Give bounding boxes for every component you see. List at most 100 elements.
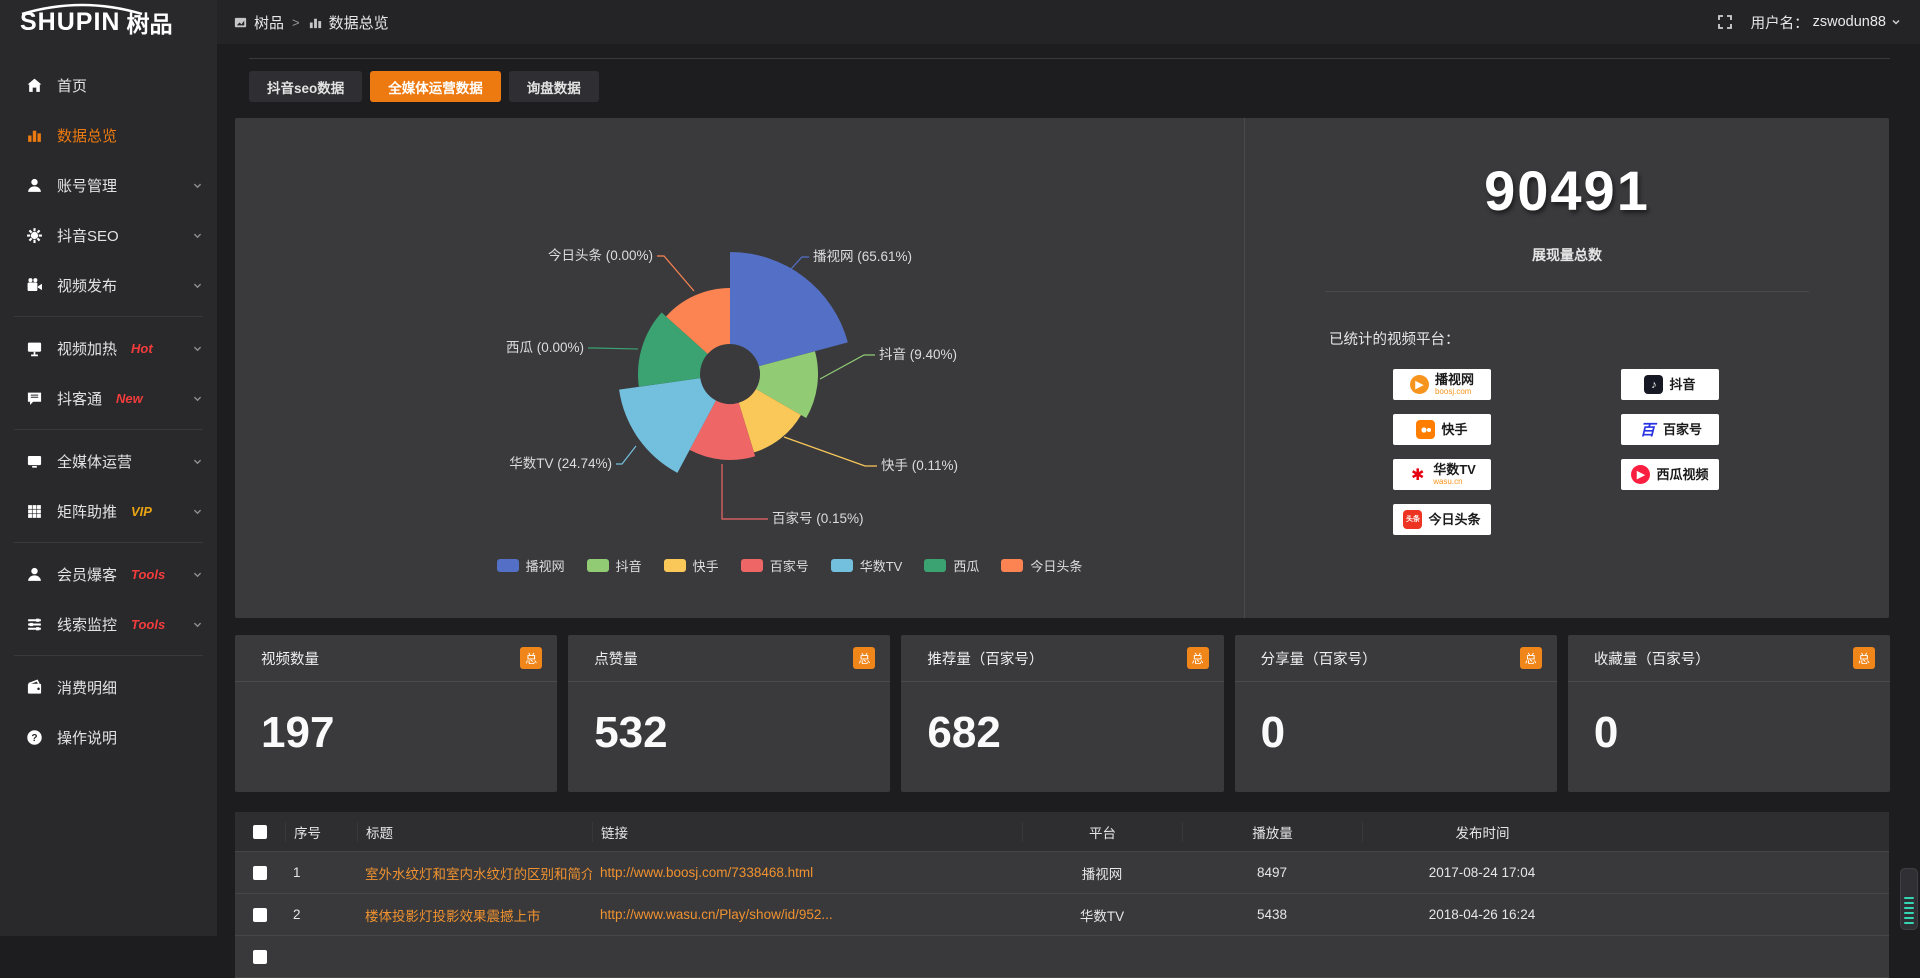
sidebar-item-video[interactable]: 视频发布 xyxy=(0,260,217,310)
label-line xyxy=(588,348,638,349)
row-checkbox[interactable] xyxy=(253,950,267,964)
breadcrumb-label: 树品 xyxy=(254,12,284,33)
sidebar-item-label: 消费明细 xyxy=(57,677,117,698)
legend-item-快手[interactable]: 快手 xyxy=(664,556,719,575)
sidebar-divider xyxy=(14,316,203,317)
member-icon xyxy=(26,566,43,583)
bar-chart-icon xyxy=(308,15,323,30)
sidebar-item-label: 视频发布 xyxy=(57,275,117,296)
screen-icon xyxy=(26,340,43,357)
table-row[interactable]: 2楼体投影灯投影效果震撼上市http://www.wasu.cn/Play/sh… xyxy=(235,894,1889,936)
platform-badge-播视网: ▶播视网boosj.com xyxy=(1393,369,1491,400)
slice-label: 今日头条 (0.00%) xyxy=(548,247,653,263)
column-header: 序号 xyxy=(285,822,357,842)
sidebar-badge: New xyxy=(116,391,143,406)
legend-item-今日头条[interactable]: 今日头条 xyxy=(1001,556,1082,575)
label-line xyxy=(616,446,636,464)
sidebar-item-help[interactable]: ?操作说明 xyxy=(0,712,217,762)
sidebar-item-home[interactable]: 首页 xyxy=(0,60,217,110)
select-all-checkbox[interactable] xyxy=(253,825,267,839)
sidebar-item-label: 矩阵助推 xyxy=(57,501,117,522)
card-head: 点赞量总 xyxy=(568,635,890,682)
platforms-label: 已统计的视频平台： xyxy=(1329,328,1889,349)
sidebar-badge: Hot xyxy=(131,341,153,356)
app-logo: SHUPIN 树品 xyxy=(0,0,217,44)
legend-item-西瓜[interactable]: 西瓜 xyxy=(924,556,979,575)
help-icon: ? xyxy=(26,729,43,746)
legend-item-百家号[interactable]: 百家号 xyxy=(741,556,809,575)
row-checkbox[interactable] xyxy=(253,866,267,880)
stat-card-视频数量: 视频数量总197 xyxy=(235,635,557,792)
slice-label: 西瓜 (0.00%) xyxy=(506,340,584,355)
table-row[interactable] xyxy=(235,936,1889,978)
platform-name: 西瓜视频 xyxy=(1656,468,1708,481)
sidebar-item-grid[interactable]: 矩阵助推 VIP xyxy=(0,486,217,536)
slice-label: 百家号 (0.15%) xyxy=(772,510,864,526)
card-value: 197 xyxy=(235,682,557,758)
sidebar-item-sliders[interactable]: 线索监控Tools xyxy=(0,599,217,649)
cell-link[interactable]: http://www.wasu.cn/Play/show/id/952... xyxy=(592,907,1022,922)
column-header: 播放量 xyxy=(1182,822,1362,842)
fullscreen-icon[interactable] xyxy=(1717,14,1733,30)
breadcrumb-current[interactable]: 数据总览 xyxy=(308,12,389,33)
widget-stripe xyxy=(1904,902,1914,904)
stat-card-点赞量: 点赞量总532 xyxy=(568,635,890,792)
legend-item-抖音[interactable]: 抖音 xyxy=(587,556,642,575)
sidebar-item-wallet[interactable]: 消费明细 xyxy=(0,662,217,712)
cell-title[interactable]: 楼体投影灯投影效果震撼上市 xyxy=(357,905,592,925)
pie-slice-华数TV[interactable] xyxy=(619,378,716,473)
chevron-down-icon xyxy=(192,569,203,580)
sidebar-item-label: 数据总览 xyxy=(57,125,117,146)
widget-stripe xyxy=(1904,917,1914,919)
video-table: 序号标题链接平台播放量发布时间1室外水纹灯和室内水纹灯的区别和简介http://… xyxy=(235,812,1889,978)
sliders-icon xyxy=(26,616,43,633)
platform-badge-快手: 快手 xyxy=(1393,414,1491,445)
chat-icon xyxy=(26,390,43,407)
sidebar-item-chat[interactable]: 抖客通New xyxy=(0,373,217,423)
pie-slice-播视网[interactable] xyxy=(730,252,848,366)
row-select-cell xyxy=(235,866,285,880)
video-icon xyxy=(26,277,43,294)
sidebar-item-member[interactable]: 会员爆客Tools xyxy=(0,549,217,599)
username-value: zswodun88 xyxy=(1813,14,1886,30)
sidebar-item-monitor[interactable]: 全媒体运营 xyxy=(0,436,217,486)
platform-sub: wasu.cn xyxy=(1433,478,1476,486)
user-menu[interactable]: 用户名： zswodun88 xyxy=(1751,12,1902,33)
sidebar-item-chart[interactable]: 数据总览 xyxy=(0,110,217,160)
cell-time: 2018-04-26 16:24 xyxy=(1362,907,1602,922)
table-row[interactable]: 1室外水纹灯和室内水纹灯的区别和简介http://www.boosj.com/7… xyxy=(235,852,1889,894)
cell-link[interactable]: http://www.boosj.com/7338468.html xyxy=(592,865,1022,880)
breadcrumb-home[interactable]: 树品 xyxy=(233,12,284,33)
legend-item-播视网[interactable]: 播视网 xyxy=(497,556,565,575)
platform-badge-华数TV: ✱华数TVwasu.cn xyxy=(1393,459,1491,490)
chevron-down-icon xyxy=(192,343,203,354)
row-checkbox[interactable] xyxy=(253,908,267,922)
sidebar: 首页数据总览账号管理抖音SEO视频发布视频加热Hot抖客通New全媒体运营矩阵助… xyxy=(0,44,217,936)
sidebar-item-gear[interactable]: 抖音SEO xyxy=(0,210,217,260)
platform-name: 快手 xyxy=(1441,423,1467,436)
cell-plays: 8497 xyxy=(1182,865,1362,880)
label-line xyxy=(657,256,694,291)
cell-title[interactable]: 室外水纹灯和室内水纹灯的区别和简介 xyxy=(357,863,592,883)
topbar-right: 用户名： zswodun88 xyxy=(1717,12,1920,33)
tab-询盘数据[interactable]: 询盘数据 xyxy=(509,71,599,102)
sidebar-item-screen[interactable]: 视频加热 Hot xyxy=(0,323,217,373)
cell-num: 1 xyxy=(285,865,357,880)
platform-grid: ▶播视网boosj.com♪抖音快手百百家号✱华数TVwasu.cn▶西瓜视频头… xyxy=(1393,369,1889,535)
tab-全媒体运营数据[interactable]: 全媒体运营数据 xyxy=(370,71,501,102)
legend-label: 西瓜 xyxy=(953,556,979,575)
floating-widget[interactable] xyxy=(1900,868,1918,930)
card-value: 0 xyxy=(1568,682,1890,758)
grid-icon xyxy=(26,503,43,520)
card-label: 推荐量（百家号） xyxy=(927,648,1043,669)
doc-icon xyxy=(233,15,248,30)
platform-name: 抖音 xyxy=(1669,378,1695,391)
tab-抖音seo数据[interactable]: 抖音seo数据 xyxy=(249,71,362,102)
sidebar-item-label: 视频加热 xyxy=(57,338,117,359)
platform-name: 华数TV xyxy=(1433,463,1476,476)
card-head: 收藏量（百家号）总 xyxy=(1568,635,1890,682)
sidebar-item-user[interactable]: 账号管理 xyxy=(0,160,217,210)
sidebar-badge: VIP xyxy=(131,504,152,519)
legend-item-华数TV[interactable]: 华数TV xyxy=(831,556,903,575)
header-select-cell xyxy=(235,825,285,839)
